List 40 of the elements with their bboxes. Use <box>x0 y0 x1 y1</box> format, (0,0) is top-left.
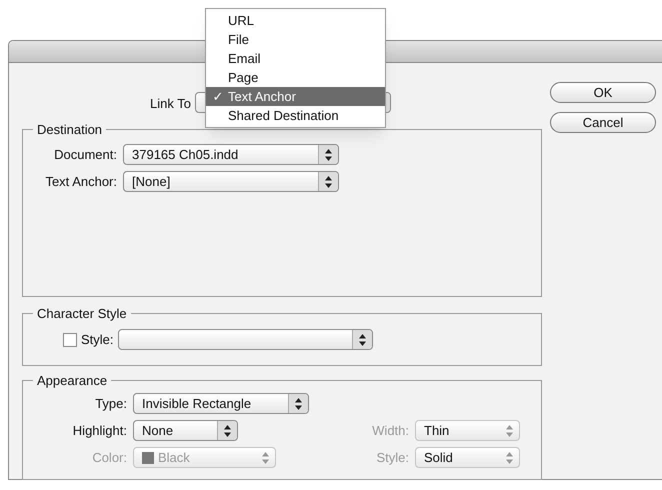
stepper-arrows-icon <box>262 452 269 464</box>
menu-item[interactable]: File <box>206 30 385 49</box>
dropdown[interactable]: [None] <box>123 171 339 192</box>
dropdown[interactable]: Invisible Rectangle <box>133 393 309 414</box>
dialog-button[interactable]: Cancel <box>550 112 656 133</box>
dropdown-value: 379165 Ch05.indd <box>132 146 238 164</box>
stepper-arrows-icon <box>506 424 513 436</box>
menu-item[interactable]: URL <box>206 11 385 30</box>
field-label: Text Anchor: <box>44 172 117 191</box>
field-label: Highlight: <box>72 422 127 440</box>
field-label: Link To <box>150 94 191 112</box>
stepper-arrows-icon <box>358 334 366 346</box>
dropdown-value: Invisible Rectangle <box>142 394 252 413</box>
dropdown-value: Black <box>158 448 190 467</box>
dropdown[interactable]: 379165 Ch05.indd <box>123 144 339 165</box>
menu-item[interactable]: Shared Destination <box>206 106 385 125</box>
field-label: Color: <box>91 448 127 467</box>
dropdown[interactable] <box>118 329 373 350</box>
field-label: Document: <box>53 146 117 164</box>
dropdown-value: [None] <box>132 172 170 191</box>
stepper-arrows-icon <box>224 424 231 436</box>
checkmark: ✓ <box>212 88 224 106</box>
menu-item[interactable]: Email <box>206 49 385 68</box>
checkbox[interactable] <box>63 332 77 346</box>
field-label: Width: <box>372 422 409 440</box>
field-label: Type: <box>94 394 127 413</box>
color-swatch <box>142 452 154 464</box>
dropdown[interactable]: None <box>133 420 238 441</box>
dropdown-value: None <box>142 422 174 440</box>
dropdown-value: Thin <box>424 422 450 440</box>
menu-item[interactable]: Page <box>206 68 385 87</box>
stepper-arrows-icon <box>295 398 302 410</box>
field-label: Style: <box>376 448 409 467</box>
stepper-arrows-icon <box>506 452 513 464</box>
stepper-arrows-icon <box>325 176 332 188</box>
dialog-button[interactable]: OK <box>550 82 656 103</box>
stepper-arrows-icon <box>325 148 332 160</box>
dropdown-value: Solid <box>424 448 453 467</box>
field-label: Style: <box>81 330 114 349</box>
menu-item[interactable]: ✓ Text Anchor <box>206 87 385 106</box>
